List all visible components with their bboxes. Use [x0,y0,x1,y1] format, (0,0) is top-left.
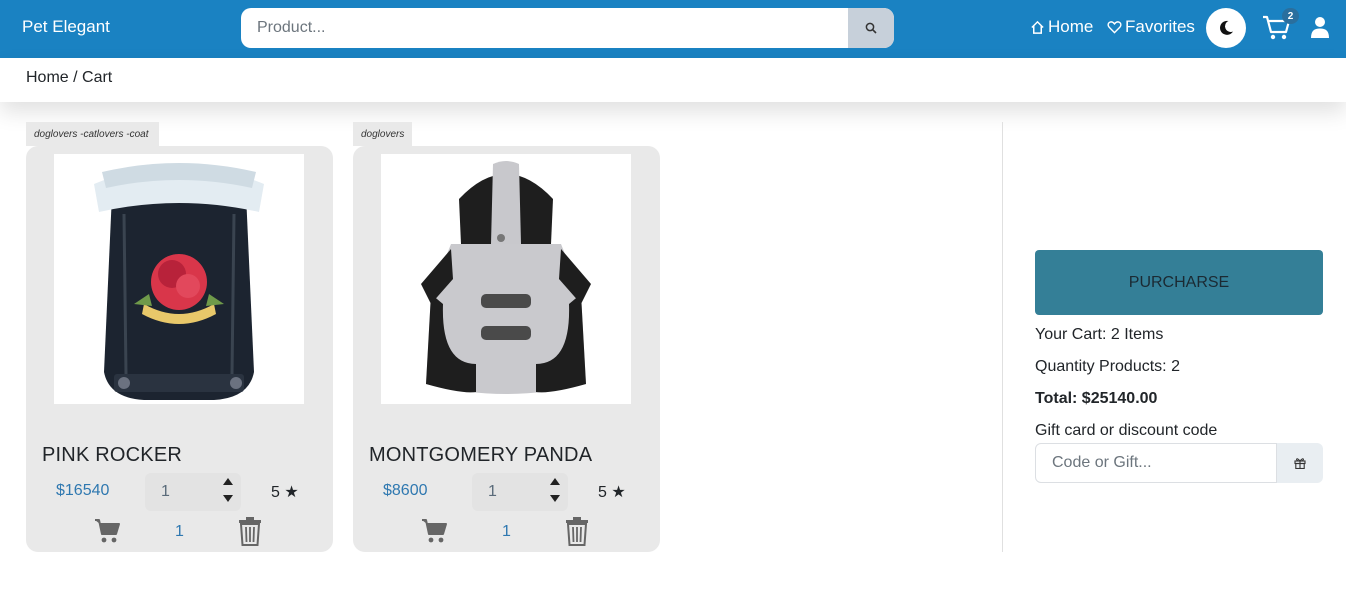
product-tag: doglovers -catlovers -coat [26,122,159,146]
product-rating: 5 ★ [598,484,626,501]
product-price: $8600 [383,482,428,499]
trash-icon [566,517,588,546]
trash-icon [239,517,261,546]
cart-items-summary: Your Cart: 2 Items [1035,326,1164,343]
increment-arrow-icon[interactable] [550,478,560,485]
nav-favorites-link[interactable]: Favorites [1107,17,1195,37]
gift-code-input[interactable] [1035,443,1277,483]
user-account-button[interactable] [1311,16,1329,40]
breadcrumb-bar: Home / Cart [0,58,1346,102]
product-rating: 5 ★ [271,484,299,501]
hoodie-image-icon [381,154,631,404]
purchase-button[interactable]: PURCHARSE [1035,250,1323,315]
cart-item-count: 1 [502,523,511,540]
heart-icon [1107,21,1122,34]
add-to-cart-button[interactable] [94,518,122,544]
user-icon [1311,17,1329,38]
product-card: PINK ROCKER $16540 1 5 ★ 1 [26,146,333,552]
product-card: MONTGOMERY PANDA $8600 1 5 ★ 1 [353,146,660,552]
breadcrumb[interactable]: Home / Cart [26,69,112,87]
product-tag: doglovers [353,122,412,146]
quantity-stepper[interactable]: 1 [145,473,241,511]
search-button[interactable] [848,8,894,48]
gift-icon [1294,458,1306,469]
moon-icon [1220,20,1233,35]
search-input[interactable] [241,8,848,48]
increment-arrow-icon[interactable] [223,478,233,485]
product-price: $16540 [56,482,110,499]
nav-favorites-label: Favorites [1125,17,1195,36]
gift-code-label: Gift card or discount code [1035,422,1218,439]
quantity-products-summary: Quantity Products: 2 [1035,358,1180,375]
cart-icon [95,519,120,543]
apply-gift-button[interactable] [1277,443,1323,483]
remove-item-button[interactable] [238,516,262,546]
quantity-stepper[interactable]: 1 [472,473,568,511]
decrement-arrow-icon[interactable] [223,495,233,502]
product-image[interactable] [381,154,631,404]
product-image[interactable] [54,154,304,404]
navbar: Pet Elegant Home Favorites [0,0,1346,58]
column-divider [1002,122,1003,552]
brand-logo[interactable]: Pet Elegant [22,17,110,37]
cart-total: Total: $25140.00 [1035,390,1158,407]
nav-home-label: Home [1048,17,1094,36]
theme-toggle-button[interactable] [1206,8,1246,48]
product-name[interactable]: MONTGOMERY PANDA [369,444,592,467]
decrement-arrow-icon[interactable] [550,495,560,502]
home-icon [1031,20,1044,34]
remove-item-button[interactable] [565,516,589,546]
quantity-value[interactable]: 1 [161,483,170,501]
cart-icon [422,519,447,543]
product-name[interactable]: PINK ROCKER [42,444,182,467]
quantity-value[interactable]: 1 [488,483,497,501]
cart-count-badge: 2 [1282,8,1299,24]
nav-home-link[interactable]: Home [1030,17,1093,37]
add-to-cart-button[interactable] [421,518,449,544]
search-bar [241,8,894,48]
cart-item-count: 1 [175,523,184,540]
jacket-image-icon [54,154,304,404]
search-icon [865,22,877,34]
